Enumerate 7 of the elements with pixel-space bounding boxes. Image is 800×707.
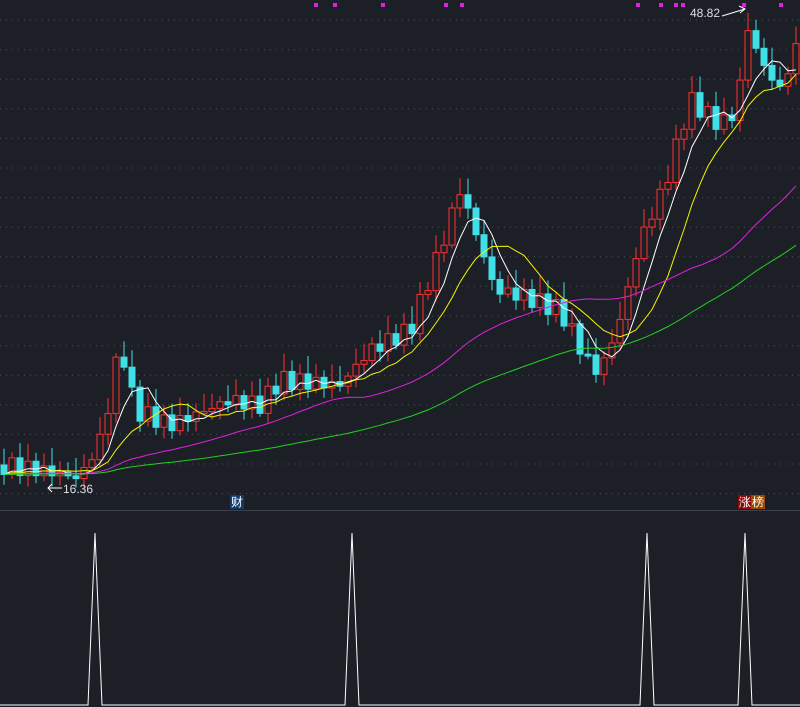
high-price-label: 48.82 xyxy=(690,6,720,20)
event-marker: 涨 xyxy=(738,495,752,509)
low-price-label: 16.36 xyxy=(63,482,94,496)
arrow-icon xyxy=(47,484,62,492)
event-marker: 榜 xyxy=(751,495,765,509)
arrow-icon xyxy=(722,6,746,16)
event-marker: 财 xyxy=(230,495,244,509)
